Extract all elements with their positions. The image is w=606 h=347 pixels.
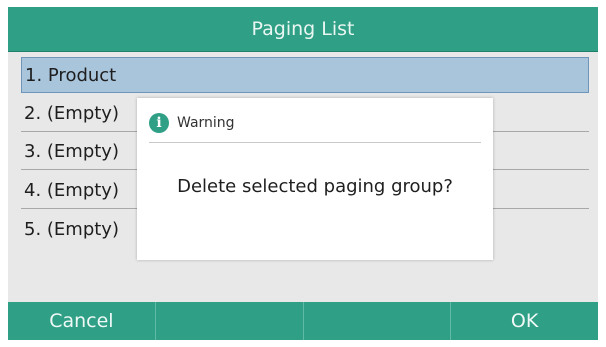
list-item-label: 3. (Empty) [24, 141, 119, 162]
list-item-label: 5. (Empty) [24, 218, 119, 240]
cancel-softkey-label: Cancel [49, 310, 114, 332]
dialog-header: i Warning [149, 110, 481, 143]
list-item-label: 2. (Empty) [24, 102, 119, 124]
list-item-1[interactable]: 1. Product [21, 57, 589, 93]
ok-softkey[interactable]: OK [451, 302, 598, 340]
page-title: Paging List [251, 18, 355, 40]
ok-softkey-label: OK [510, 310, 539, 332]
softkey-3[interactable] [304, 302, 452, 340]
info-icon: i [149, 113, 169, 133]
softkey-bar: Cancel OK [8, 302, 598, 340]
dialog-message: Delete selected paging group? [177, 176, 453, 197]
title-bar: Paging List [8, 7, 598, 52]
softkey-2[interactable] [156, 302, 304, 340]
phone-screen: Paging List 1. Product 2. (Empty) 3. (Em… [8, 7, 598, 340]
cancel-softkey[interactable]: Cancel [8, 302, 156, 340]
warning-dialog: i Warning Delete selected paging group? [137, 98, 493, 260]
list-item-label: 1. Product [25, 64, 117, 86]
list-item-label: 4. (Empty) [24, 179, 119, 201]
dialog-title: Warning [177, 115, 235, 131]
